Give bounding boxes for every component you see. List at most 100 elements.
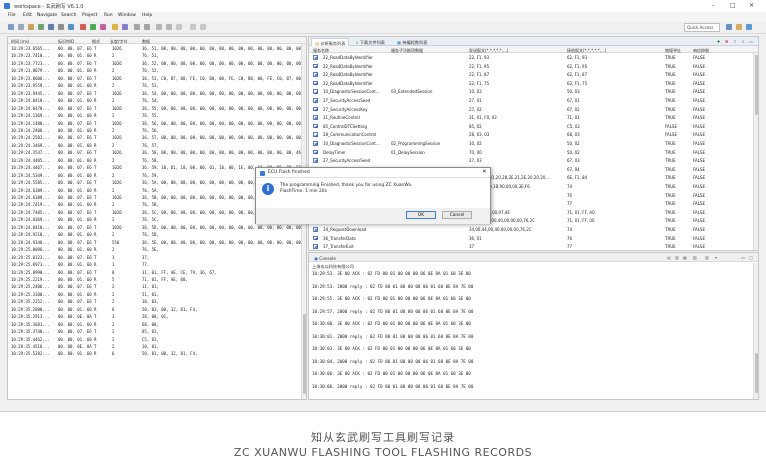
list-item[interactable]: 27_SecurityAccessSeed 27, 01 67, 01 TRUE FAL… <box>309 97 752 104</box>
col-subfunction[interactable]: 服务子功能项数据 <box>391 48 461 54</box>
table-row[interactable]: 10:29:35.5282... 00. 00. 01. 60 R 6 50, 01, … <box>8 350 300 357</box>
col-data[interactable]: 数据 <box>142 39 182 45</box>
tool-icon[interactable] <box>122 24 128 30</box>
table-row[interactable]: 10:29:24.0410... 00. 00. 01. 60 R 2 76, 54, <box>8 97 300 104</box>
table-row[interactable]: 10:29:35.2252... 00. 00. 07. E6 T 2 10, 03, <box>8 298 300 305</box>
table-row[interactable]: 10:29:24.9348... 00. 00. 07. E6 T 556 36, 5E… <box>8 239 302 246</box>
list-item[interactable]: 34_RequestDownload 34,00,44,00,40,00,00,0… <box>309 226 752 233</box>
console-scroll-thumb[interactable] <box>755 353 758 393</box>
col-service-name[interactable]: 服务名称 <box>313 48 383 54</box>
table-row[interactable]: 10:29:23.8079... 00. 00. 01. 60 R 2 76, 52, <box>8 67 300 74</box>
table-row[interactable]: 10:29:24.3469... 00. 00. 01. 60 R 2 76, 57, <box>8 142 300 149</box>
col-format[interactable]: 格式 <box>92 39 106 45</box>
list-item[interactable]: 22_ReadDataByIdentifier 22, F1, 95 62, F1,… <box>309 63 752 70</box>
table-row[interactable]: 10:29:25.0973... 00. 00. 01. 60 R 1 77, <box>8 261 300 268</box>
dropdown-icon[interactable] <box>176 24 182 30</box>
row-checkbox[interactable] <box>313 227 318 232</box>
filter-icon[interactable] <box>166 24 172 30</box>
table-row[interactable]: 10:29:35.4462... 00. 00. 01. 60 R 2 C5, 01, <box>8 336 300 343</box>
nav-next-icon[interactable] <box>200 24 206 30</box>
can-log-scroll-thumb[interactable] <box>303 314 306 394</box>
refresh-icon[interactable] <box>38 24 44 30</box>
table-row[interactable]: 10:29:25.0990... 00. 00. 07. E6 T 8 31, 01, … <box>8 269 300 276</box>
maximize-icon[interactable]: □ <box>730 2 736 9</box>
perspective-3-icon[interactable] <box>746 24 752 30</box>
table-row[interactable]: 10:29:35.3681... 00. 00. 01. 60 R 2 68, 00, <box>8 321 300 328</box>
list-item[interactable]: 10_DiagnosticSessionCont... 02_Programmin… <box>309 140 752 147</box>
row-checkbox[interactable] <box>313 63 318 69</box>
table-row[interactable]: 10:29:23.9559... 00. 00. 01. 60 R 2 76, 53, <box>8 82 300 89</box>
row-checkbox[interactable] <box>313 149 318 155</box>
back-icon[interactable] <box>134 24 140 30</box>
device-icon[interactable] <box>68 24 74 30</box>
col-id[interactable]: 标识符ID <box>58 39 88 45</box>
list-item[interactable]: 22_ReadDataByIdentifier 22, F1, 87 62, F1,… <box>309 71 752 78</box>
table-row[interactable]: 10:29:25.0096... 00. 00. 01. 60 R 2 76, 5E, <box>8 246 300 253</box>
list-item[interactable]: 31_RoutineControl 31, 01, F0, 02 71, 01 TRU… <box>309 114 752 121</box>
table-row[interactable]: 10:29:24.1488... 00. 00. 07. E6 T 1026 36, 5… <box>8 120 302 127</box>
menu-project[interactable]: Project <box>82 13 97 18</box>
list-item[interactable]: 37_TransferExit 37 77 TRUE FALSE <box>309 243 752 250</box>
tab-program-list[interactable]: ▦ 待编程数列表 <box>394 38 430 46</box>
col-send[interactable]: 发送报文(*,*,*,*,*,...) <box>469 48 549 54</box>
row-checkbox[interactable] <box>313 123 318 129</box>
table-row[interactable]: 10:29:35.3748... 00. 00. 07. E6 T 2 85, 01, <box>8 328 300 335</box>
table-row[interactable]: 10:29:24.1369... 00. 00. 01. 60 R 2 76, 55, <box>8 112 300 119</box>
cancel-button[interactable]: Cancel <box>442 211 472 219</box>
row-checkbox[interactable] <box>313 55 318 60</box>
list-item[interactable]: 10_DiagnosticSessionCont... 03_ExtendedSe… <box>309 88 752 95</box>
col-receive[interactable]: 接收报文(*,*,*,*,*,...) <box>567 48 647 54</box>
console-display-icon[interactable]: ▧ <box>693 255 697 260</box>
ok-button[interactable]: OK <box>406 211 436 219</box>
table-row[interactable]: 10:29:23.6565... 00. 00. 07. E6 T 1026 36, 5… <box>8 45 302 52</box>
settings-icon[interactable] <box>58 24 64 30</box>
row-checkbox[interactable] <box>313 80 318 86</box>
services-scrollbar[interactable] <box>753 53 758 250</box>
minimize-icon[interactable]: – <box>712 2 715 9</box>
table-row[interactable]: 10:29:24.4405... 00. 00. 01. 60 R 2 76, 58, <box>8 157 300 164</box>
row-checkbox[interactable] <box>313 106 318 112</box>
menu-navigate[interactable]: Navigate <box>37 13 57 18</box>
services-scroll-thumb[interactable] <box>755 55 758 115</box>
list-item[interactable]: 27_SecurityAccessSeed 27, 03 67, 03 TRUE FAL… <box>309 157 752 164</box>
row-checkbox[interactable] <box>313 132 318 137</box>
table-row[interactable]: 10:29:23.9445... 00. 00. 07. E6 T 1026 36, 5… <box>8 90 302 97</box>
menu-help[interactable]: Help <box>142 13 152 18</box>
table-row[interactable]: 10:29:25.2219... 00. 00. 01. 60 R 5 71, 01, … <box>8 276 300 283</box>
table-row[interactable]: 10:29:23.7410... 00. 00. 01. 60 R 2 76, 51, <box>8 52 300 59</box>
row-checkbox[interactable] <box>313 141 318 146</box>
table-row[interactable]: 10:29:24.9210... 00. 00. 01. 60 R 2 76, 5D, <box>8 231 300 238</box>
table-row[interactable]: 10:29:24.8418... 00. 00. 07. E6 T 1026 36, 5… <box>8 224 302 231</box>
table-row[interactable]: 10:29:35.2913... 00. 00. 0E. 8A T 3 28, 00, … <box>8 313 300 320</box>
console-open-icon[interactable]: ▨ <box>705 255 709 260</box>
col-time[interactable]: 时间 (ms) <box>11 39 53 45</box>
table-row[interactable]: 10:29:23.7723... 00. 00. 07. E6 T 1026 36, 5… <box>8 60 302 67</box>
perspective-2-icon[interactable] <box>736 24 742 30</box>
remove-icon[interactable]: ✖ <box>725 39 728 44</box>
list-item[interactable]: 22_ReadDataByIdentifier 22, F1, 93 62, F1,… <box>309 54 752 61</box>
col-suppress[interactable]: 响应抑制 <box>693 48 719 54</box>
console-lock-icon[interactable]: ▥ <box>675 255 679 260</box>
list-item[interactable]: 22_ReadDataByIdentifier 22, F1, 75 62, F1,… <box>309 80 752 87</box>
quick-access-input[interactable]: Quick Access <box>684 23 720 32</box>
table-row[interactable]: 10:29:35.2880... 00. 00. 01. 60 R 6 50, 03, … <box>8 306 300 313</box>
menu-file[interactable]: File <box>8 13 16 18</box>
col-physical[interactable]: 物理寻址 <box>665 48 687 54</box>
table-row[interactable]: 10:29:24.2408... 00. 00. 01. 60 R 2 76, 56, <box>8 127 300 134</box>
stop-icon[interactable] <box>80 24 86 30</box>
close-icon[interactable]: ✕ <box>749 2 754 9</box>
table-row[interactable]: 10:29:24.2502... 00. 00. 07. E6 T 1026 36, 5… <box>8 134 302 141</box>
tab-diag-services[interactable]: ▤ 诊断服务列表 <box>311 38 350 46</box>
console-scrollbar[interactable] <box>753 263 758 399</box>
add-icon[interactable]: ✚ <box>717 39 720 44</box>
table-row[interactable]: 10:29:25.0123... 00. 00. 07. E6 T 1 37, <box>8 254 300 261</box>
console-maximize-icon[interactable]: □ <box>749 255 753 260</box>
open-folder-icon[interactable] <box>28 24 34 30</box>
forward-icon[interactable] <box>144 24 150 30</box>
console-pin-icon[interactable]: ▦ <box>683 255 687 260</box>
list-item[interactable]: 28_CommunicationControl 28, 03, 03 68, 03 F… <box>309 131 752 138</box>
row-checkbox[interactable] <box>313 235 318 241</box>
table-row[interactable]: 10:29:24.3547... 00. 00. 07. E6 T 1026 36, 5… <box>8 149 302 156</box>
row-checkbox[interactable] <box>313 115 318 120</box>
connect-icon[interactable] <box>48 24 54 30</box>
